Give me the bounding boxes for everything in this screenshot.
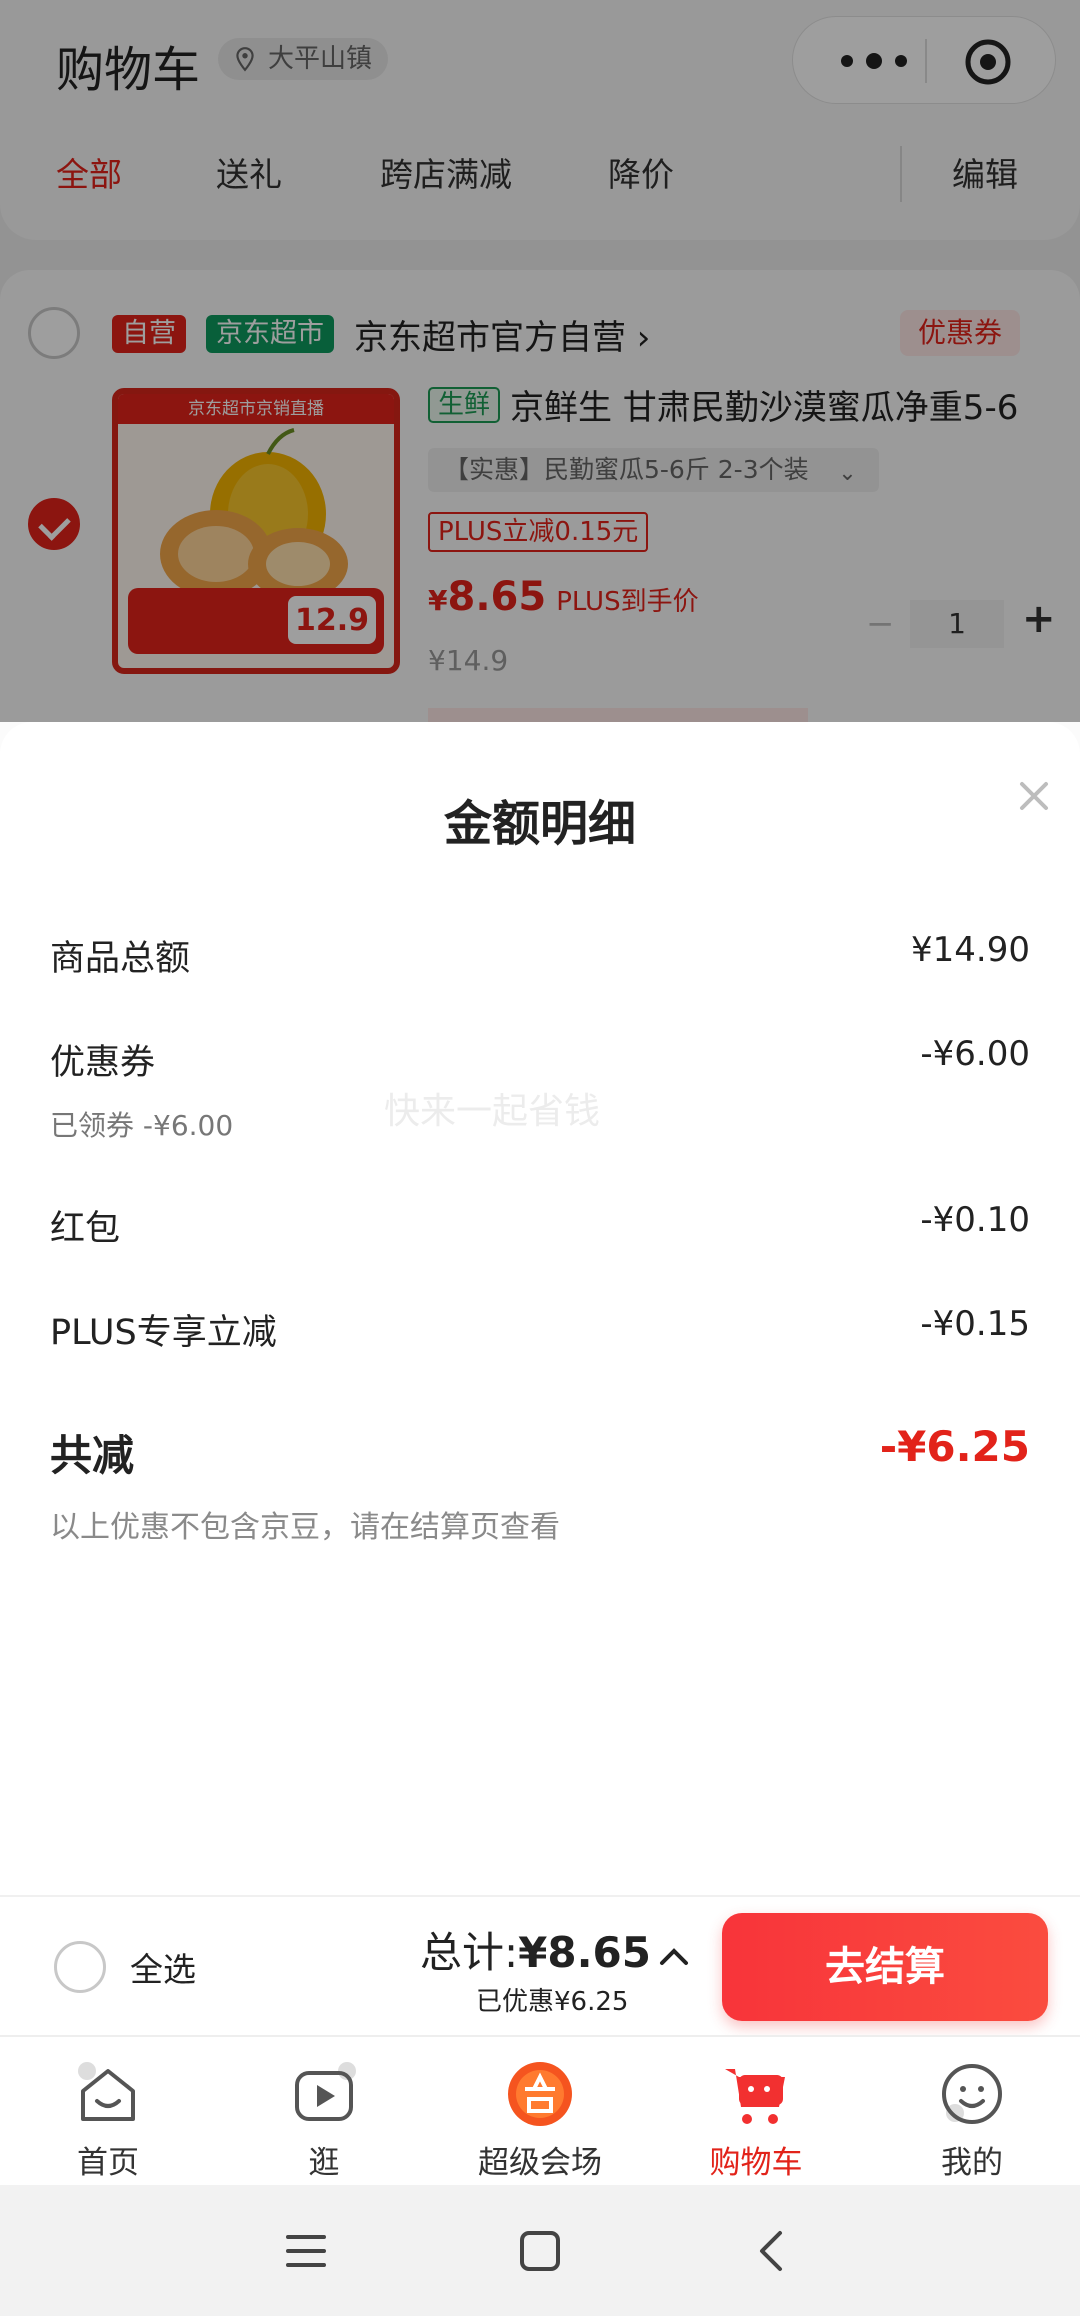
close-icon[interactable]	[1008, 770, 1060, 822]
video-icon	[295, 2062, 356, 2121]
tabbar-super-venue[interactable]: 超级会场	[470, 2051, 610, 2181]
watermark-text: 快来一起省钱	[384, 1091, 601, 1132]
red-packet-value: -¥0.10	[920, 1200, 1030, 1240]
coupon-label: 优惠券	[50, 1043, 156, 1083]
tabbar-browse-label: 逛	[308, 2145, 340, 2181]
tabbar-browse[interactable]: 逛	[254, 2051, 394, 2181]
coupon-value: -¥6.00	[920, 1034, 1030, 1074]
super-venue-icon	[508, 2062, 572, 2126]
tabbar-cart[interactable]: 购物车	[686, 2051, 826, 2181]
select-all-label[interactable]: 全选	[130, 1943, 196, 1991]
total-discount-label: 共减	[50, 1431, 135, 1480]
plus-discount-value: -¥0.15	[920, 1304, 1030, 1344]
system-navigation-bar	[0, 2185, 1080, 2316]
tabbar-cart-label: 购物车	[709, 2145, 803, 2181]
home-icon	[78, 2062, 135, 2121]
home-square-icon[interactable]	[510, 2221, 570, 2281]
plus-discount-label: PLUS专享立减	[50, 1313, 277, 1353]
discount-note: 以上优惠不包含京豆，请在结算页查看	[50, 1510, 560, 1545]
bottom-tab-bar: 首页 逛 超级会场 购物车 我的	[0, 2035, 1080, 2185]
tabbar-profile-label: 我的	[941, 2145, 1003, 2181]
modal-overlay[interactable]	[0, 0, 1080, 722]
checkout-button[interactable]: 去结算	[722, 1913, 1048, 2021]
select-all-radio[interactable]	[54, 1941, 106, 1993]
tabbar-profile[interactable]: 我的	[902, 2051, 1042, 2181]
back-icon[interactable]	[742, 2221, 802, 2281]
saved-amount: 已优惠¥6.25	[476, 1987, 629, 2017]
sheet-title: 金额明细	[443, 796, 636, 852]
tabbar-super-venue-label: 超级会场	[478, 2145, 602, 2181]
chevron-up-icon[interactable]	[656, 1945, 692, 1969]
cart-icon	[725, 2069, 785, 2124]
checkout-bar: 全选 总计:¥8.65 已优惠¥6.25 去结算	[0, 1895, 1080, 2035]
total-discount-value: -¥6.25	[879, 1422, 1030, 1471]
amount-detail-sheet: 金额明细 商品总额 ¥14.90 优惠券 -¥6.00 已领券 -¥6.00 快…	[0, 722, 1080, 1895]
coupon-detail: 已领券 -¥6.00	[50, 1109, 234, 1142]
tabbar-home-label: 首页	[77, 2145, 139, 2181]
total-amount: ¥8.65	[518, 1928, 652, 1977]
goods-total-value: ¥14.90	[911, 930, 1030, 970]
red-packet-label: 红包	[50, 1209, 121, 1249]
total-prefix: 总计:	[420, 1928, 519, 1977]
profile-icon	[942, 2064, 1002, 2124]
goods-total-label: 商品总额	[50, 939, 191, 979]
tabbar-home[interactable]: 首页	[38, 2051, 178, 2181]
menu-icon[interactable]	[276, 2221, 336, 2281]
checkout-total: 总计:¥8.65	[420, 1919, 651, 1980]
